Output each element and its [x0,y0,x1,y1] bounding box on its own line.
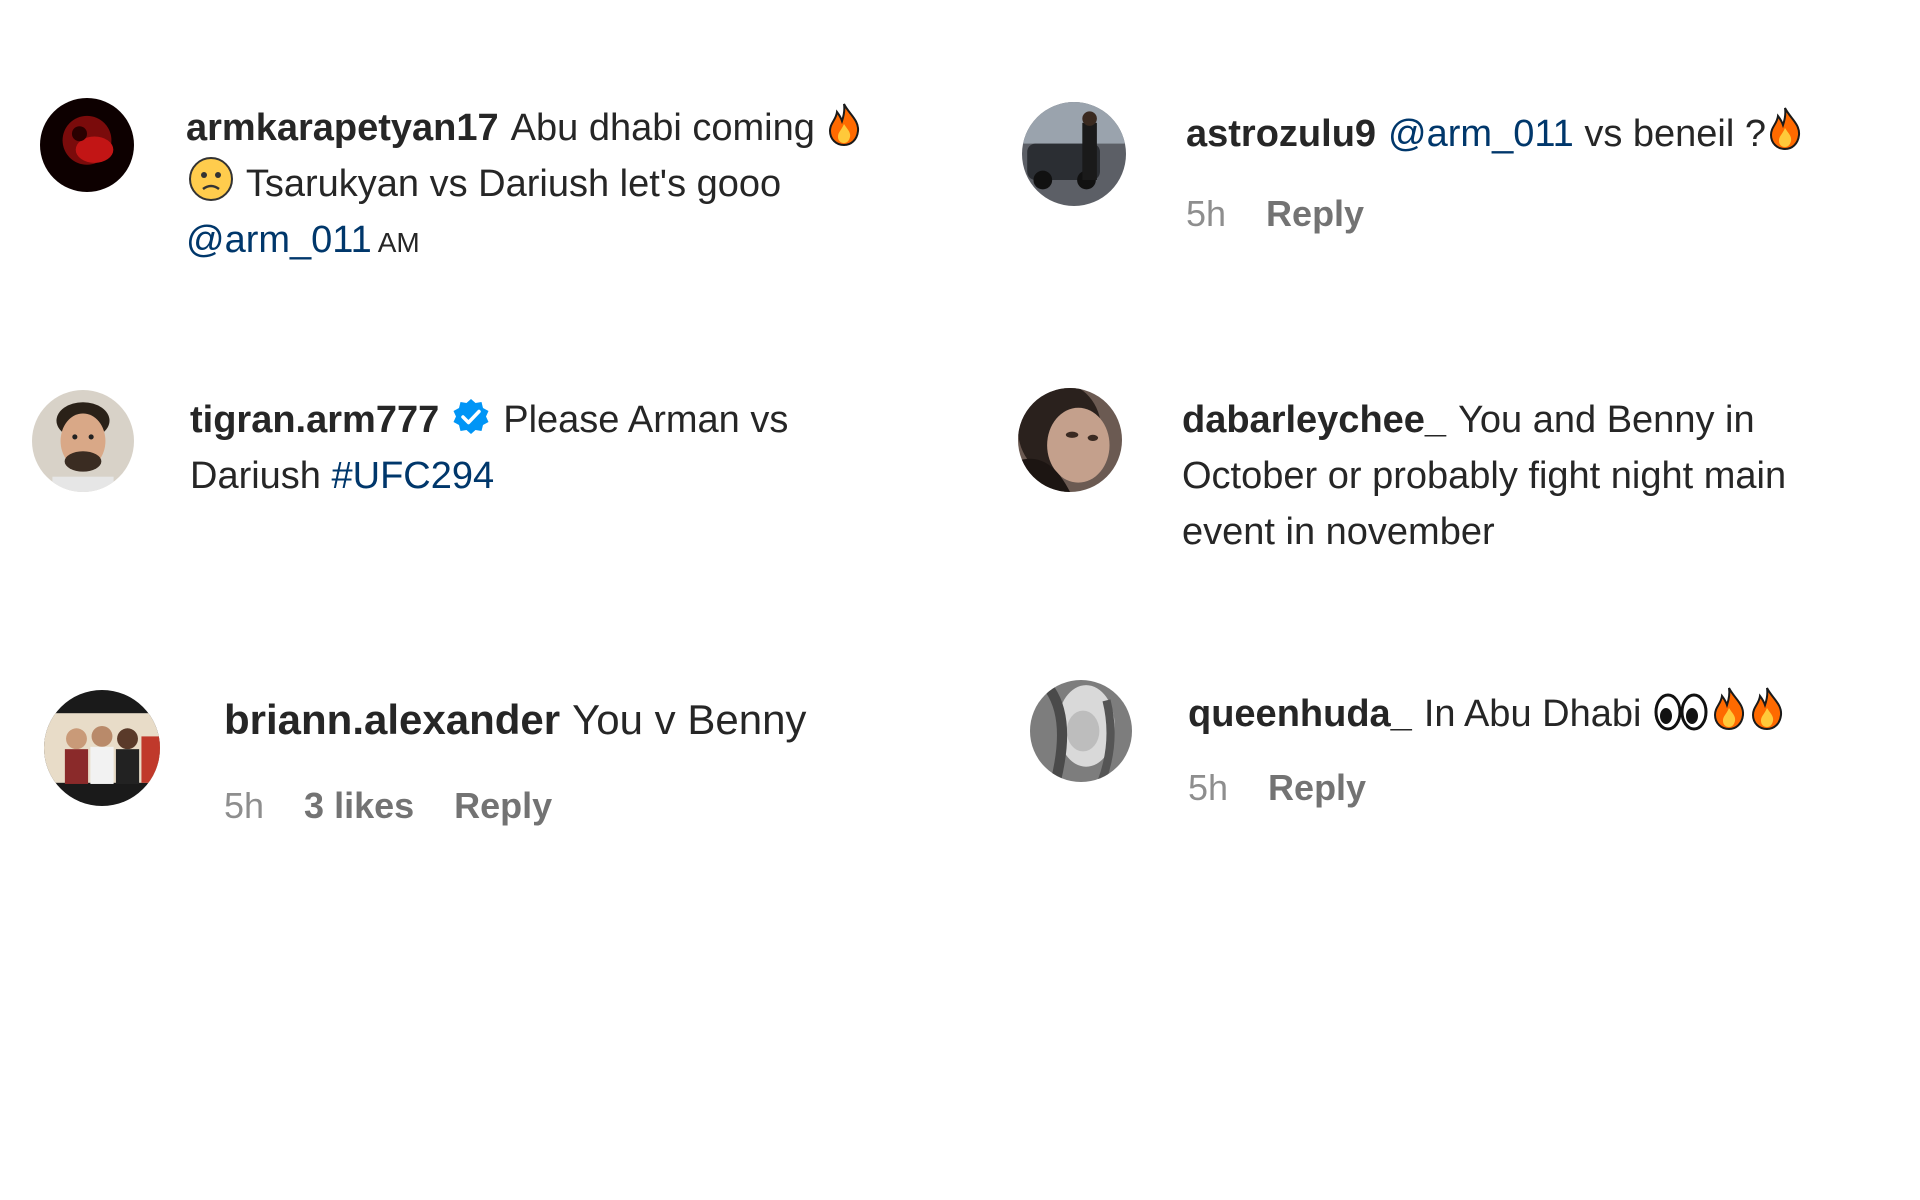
mention-link[interactable]: @arm_011 [1388,113,1574,155]
username[interactable]: tigran.arm777 [190,399,439,441]
worried-face-emoji [188,156,234,202]
comment-text: queenhuda_ In Abu Dhabi [1188,684,1888,742]
comment-body-continued: Dariush [190,455,321,497]
avatar[interactable] [40,98,134,192]
comment-time: 5h [224,785,265,826]
avatar-image [40,98,134,192]
avatar[interactable] [1022,102,1126,206]
hashtag-link[interactable]: #UFC294 [332,455,495,497]
like-count[interactable]: 3 likes [304,785,414,826]
reply-button[interactable]: Reply [1268,767,1366,808]
comment-body-continued: Tsarukyan vs Dariush let's gooo [245,163,782,205]
comment-time: 5h [1188,767,1229,808]
comment-body: Abu dhabi coming [510,107,815,149]
eyes-emoji [1654,692,1708,732]
comment-text: tigran.arm777 Please Arman vs Dariush #UF… [190,392,910,504]
avatar[interactable] [1018,388,1122,492]
avatar-image [1022,102,1126,206]
comment-text: armkarapetyan17 Abu dhabi coming Tsarukya… [186,100,926,271]
comment-meta: 5h Reply [1186,192,1404,236]
time-suffix: AM [377,227,420,258]
comment-time: 5h [1186,193,1227,234]
comment-body: In Abu Dhabi [1423,693,1642,735]
comment-text: astrozulu9 @arm_011 vs beneil ? [1186,104,1906,162]
comment-body: You v Benny [572,696,807,743]
reply-button[interactable]: Reply [1266,193,1364,234]
comment-meta: 5h Reply [1188,766,1406,810]
comment-body: Please Arman vs [503,399,789,441]
avatar-image [44,690,160,806]
avatar-image [1018,388,1122,492]
comment-body: vs beneil ? [1584,113,1767,155]
mention-link[interactable]: @arm_011 [186,219,372,261]
username[interactable]: queenhuda_ [1188,693,1412,735]
avatar-image [1030,680,1132,782]
username[interactable]: armkarapetyan17 [186,107,499,149]
avatar[interactable] [32,390,134,492]
fire-emoji [1768,104,1802,152]
verified-badge-icon [451,398,491,438]
username[interactable]: briann.alexander [224,696,560,743]
comment-text: dabarleychee_ You and Benny in October or… [1182,392,1852,560]
fire-emoji [1750,684,1784,732]
reply-button[interactable]: Reply [454,785,552,826]
username[interactable]: dabarleychee_ [1182,399,1446,441]
avatar[interactable] [1030,680,1132,782]
comment-text: briann.alexander You v Benny [224,692,924,748]
comment-meta: 5h 3 likes Reply [224,784,592,828]
avatar[interactable] [44,690,160,806]
username[interactable]: astrozulu9 [1186,113,1376,155]
fire-emoji [1712,684,1746,732]
fire-emoji [827,102,861,146]
avatar-image [32,390,134,492]
